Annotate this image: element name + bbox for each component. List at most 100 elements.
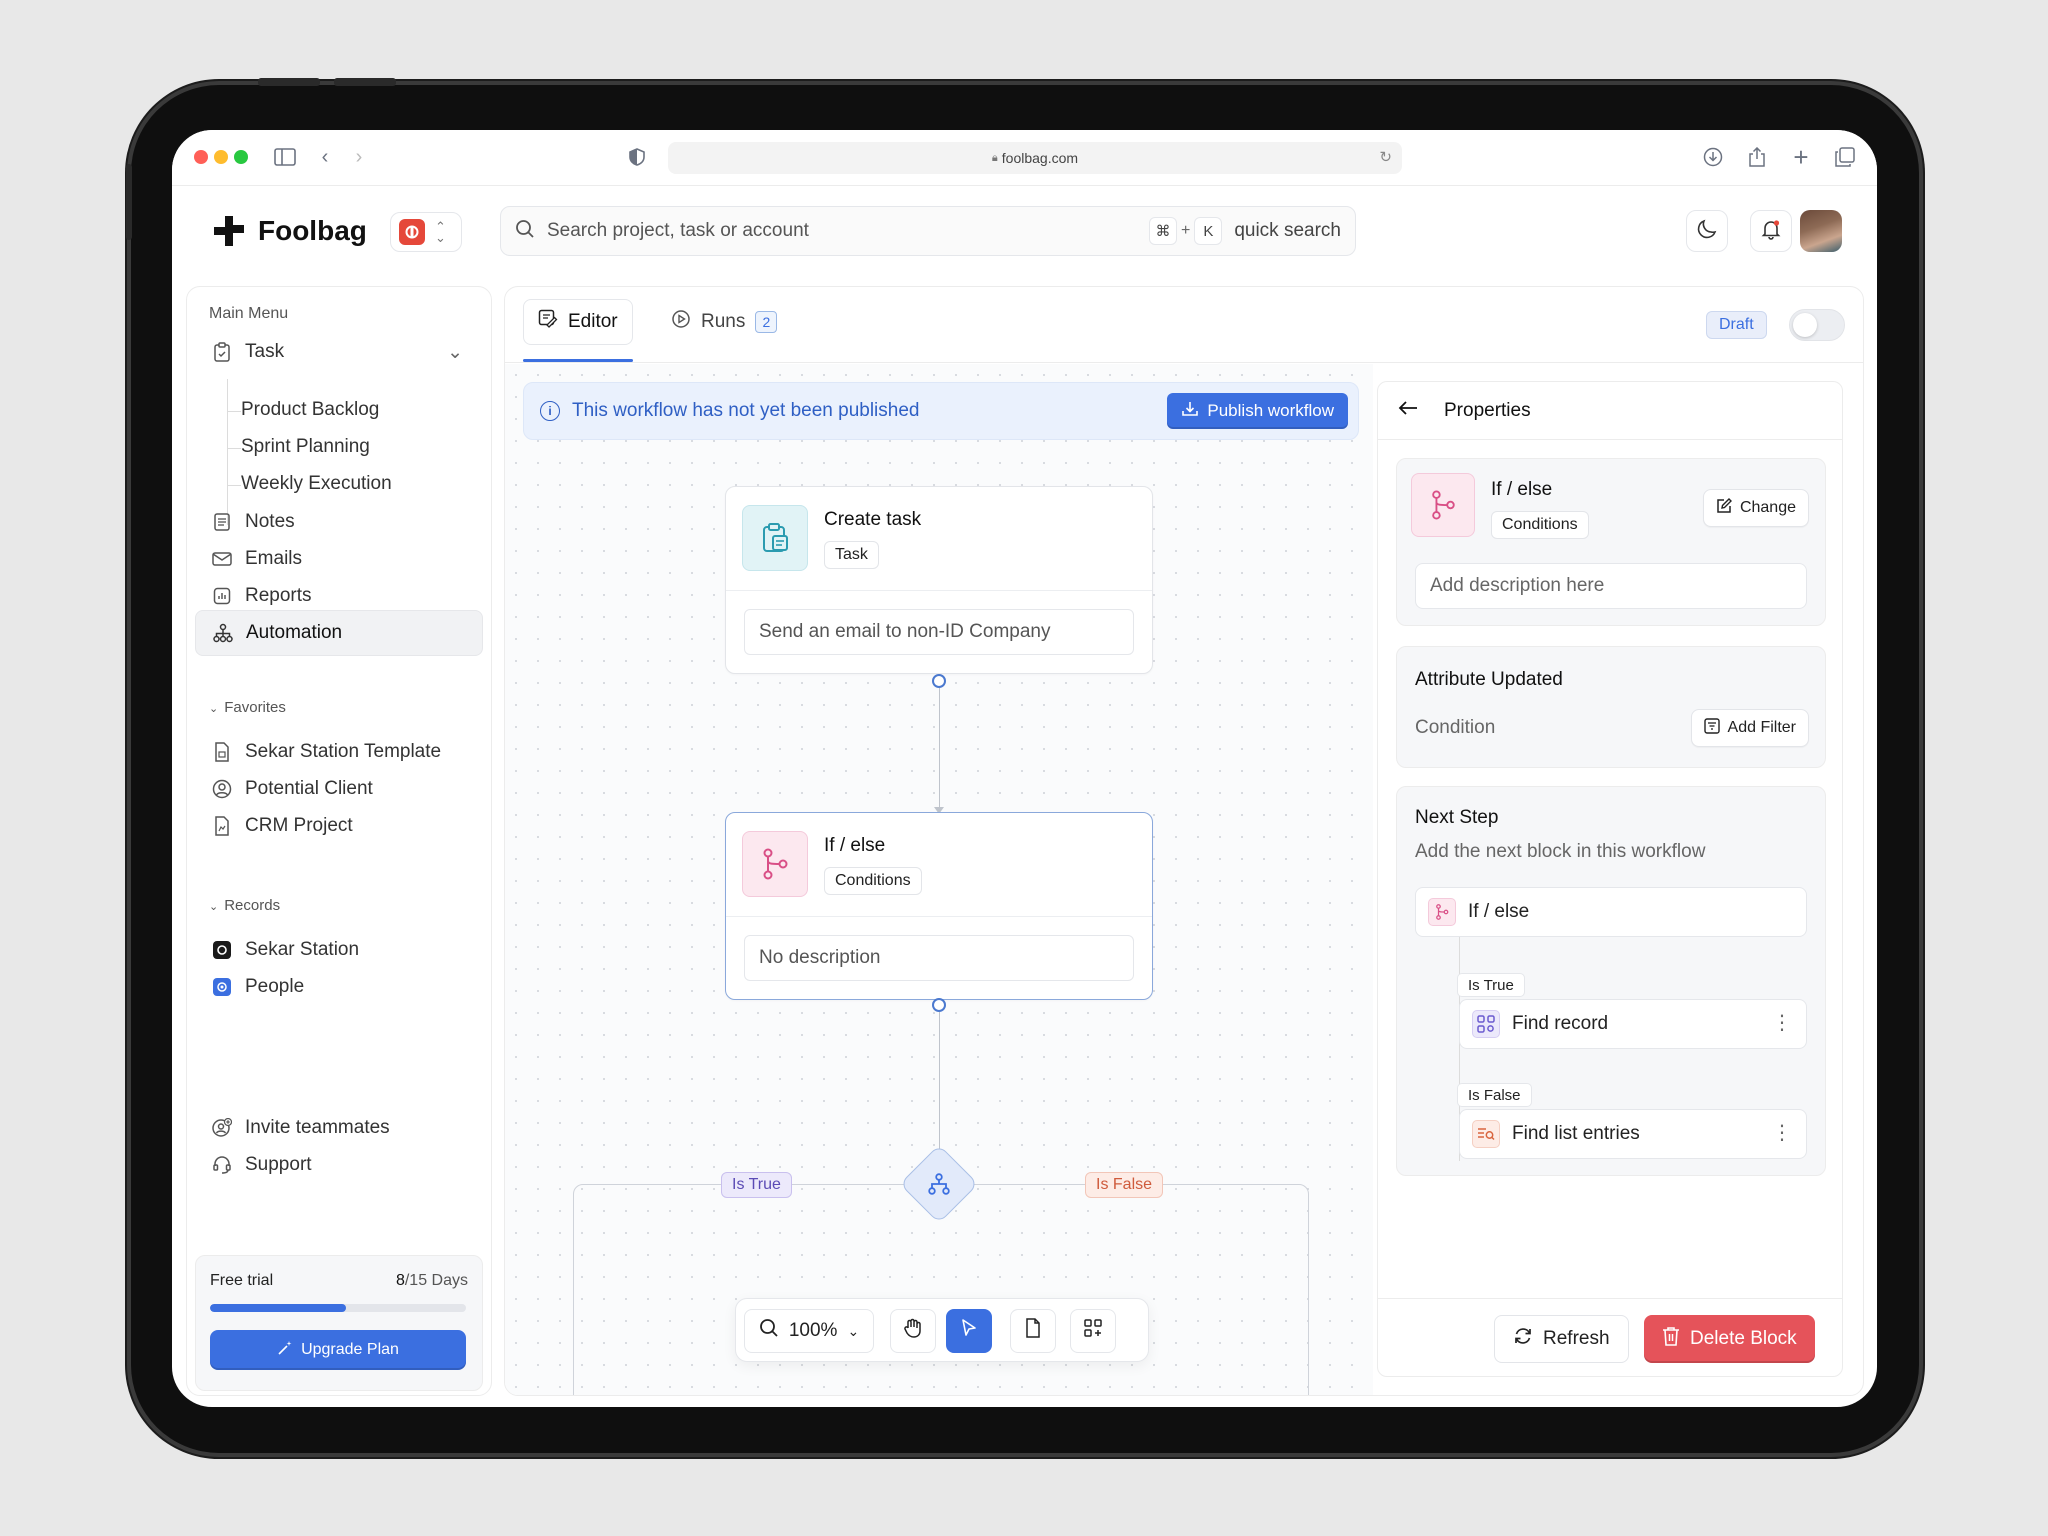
- false-block-find-list-entries[interactable]: Find list entries ⋮: [1459, 1109, 1807, 1159]
- node-if-else[interactable]: If / else Conditions No description: [725, 812, 1153, 1000]
- active-tab-indicator: [523, 359, 633, 362]
- editor-icon: [538, 309, 558, 335]
- branch-icon: [1411, 473, 1475, 537]
- next-block-if-else[interactable]: If / else: [1415, 887, 1807, 937]
- select-tool-button[interactable]: [946, 1309, 992, 1353]
- magic-wand-icon: [277, 1340, 293, 1361]
- tab-editor[interactable]: Editor: [523, 299, 633, 345]
- more-options-icon[interactable]: ⋮: [1772, 1010, 1792, 1035]
- add-filter-label: Add Filter: [1727, 719, 1796, 736]
- maximize-window-dot[interactable]: [234, 150, 248, 164]
- document-icon: [211, 741, 233, 763]
- publish-toggle[interactable]: [1789, 309, 1845, 341]
- sidebar-item-sprint-planning[interactable]: Sprint Planning: [241, 436, 370, 458]
- publish-workflow-button[interactable]: Publish workflow: [1167, 393, 1348, 429]
- trial-days-used: 8: [395, 1272, 405, 1289]
- records-section[interactable]: ⌄ Records: [209, 897, 280, 914]
- sidebar-item-crm-project[interactable]: CRM Project: [195, 803, 483, 849]
- node-header: Create task Task: [726, 487, 1152, 591]
- sidebar-item-task[interactable]: Task ⌄: [195, 329, 483, 375]
- favorites-section[interactable]: ⌄ Favorites: [209, 699, 286, 716]
- sidebar-toggle-icon[interactable]: [272, 144, 298, 170]
- upgrade-plan-button[interactable]: Upgrade Plan: [210, 1330, 466, 1370]
- banner-text: This workflow has not yet been published: [572, 400, 920, 421]
- main-menu-label: Main Menu: [209, 305, 289, 322]
- apps-button[interactable]: [1070, 1309, 1116, 1353]
- block-title: If / else: [1491, 479, 1553, 500]
- description-input[interactable]: Add description here: [1415, 563, 1807, 609]
- sidebar-item-label: Sekar Station Template: [245, 741, 442, 762]
- node-header: If / else Conditions: [726, 813, 1152, 917]
- sidebar-item-product-backlog[interactable]: Product Backlog: [241, 399, 379, 421]
- true-block-find-record[interactable]: Find record ⋮: [1459, 999, 1807, 1049]
- tab-runs[interactable]: Runs 2: [657, 299, 791, 345]
- device-button: [334, 78, 396, 86]
- sidebar-item-label: Sekar Station: [245, 939, 360, 960]
- workflow-canvas[interactable]: i This workflow has not yet been publish…: [505, 364, 1373, 1395]
- more-options-icon[interactable]: ⋮: [1772, 1120, 1792, 1145]
- node-description[interactable]: Send an email to non-ID Company: [744, 609, 1134, 655]
- minimize-window-dot[interactable]: [214, 150, 228, 164]
- back-icon[interactable]: ‹: [312, 144, 338, 170]
- search-bar[interactable]: Search project, task or account ⌘ + K qu…: [500, 206, 1356, 256]
- device-button: [126, 164, 132, 240]
- add-filter-button[interactable]: Add Filter: [1690, 709, 1809, 747]
- forward-icon[interactable]: ›: [346, 144, 372, 170]
- tabs-overview-icon[interactable]: [1832, 144, 1858, 170]
- close-window-dot[interactable]: [194, 150, 208, 164]
- delete-block-button[interactable]: Delete Block: [1644, 1315, 1815, 1363]
- shortcut-k-key: K: [1194, 217, 1223, 245]
- zoom-level: 100%: [788, 1320, 838, 1341]
- file-icon: [211, 815, 233, 837]
- notifications-button[interactable]: [1750, 210, 1792, 252]
- automation-icon: [212, 622, 234, 644]
- clipboard-icon: [211, 341, 233, 363]
- pan-tool-button[interactable]: [890, 1309, 936, 1353]
- cursor-icon: [960, 1318, 978, 1344]
- attribute-title: Attribute Updated: [1415, 669, 1563, 690]
- branch-true-label: Is True: [721, 1172, 792, 1198]
- back-arrow-icon[interactable]: [1398, 400, 1418, 422]
- sidebar-item-label: Automation: [246, 622, 343, 643]
- properties-header: Properties: [1378, 382, 1842, 440]
- hand-icon: [903, 1317, 923, 1345]
- node-type-tag: Task: [824, 541, 879, 569]
- change-block-button[interactable]: Change: [1702, 489, 1809, 527]
- workspace-switcher[interactable]: ⌃ ⌄: [390, 212, 462, 252]
- dark-mode-button[interactable]: [1686, 210, 1728, 252]
- output-port[interactable]: [932, 674, 946, 688]
- note-tool-button[interactable]: [1010, 1309, 1056, 1353]
- reload-icon[interactable]: ↻: [1379, 148, 1392, 166]
- url-text: foolbag.com: [1001, 150, 1079, 166]
- node-title: Create task: [824, 509, 922, 530]
- shortcut-cmd-key: ⌘: [1148, 217, 1177, 245]
- tree-tick: [227, 485, 241, 486]
- attribute-card: Attribute Updated Condition Add Filter: [1396, 646, 1826, 768]
- sidebar-item-weekly-execution[interactable]: Weekly Execution: [241, 473, 392, 495]
- trash-icon: [1662, 1326, 1680, 1352]
- people-icon: [211, 976, 233, 998]
- logo[interactable]: Foolbag: [212, 214, 367, 248]
- node-create-task[interactable]: Create task Task Send an email to non-ID…: [725, 486, 1153, 674]
- screen: ‹ › 🔒︎ foolbag.com ↻ + Foolbag ⌃ ⌄ Searc…: [172, 130, 1877, 1407]
- editor-tabs: Editor Runs 2 Draft: [505, 287, 1863, 363]
- download-icon[interactable]: [1700, 144, 1726, 170]
- sidebar-item-label: Potential Client: [245, 778, 373, 799]
- node-description[interactable]: No description: [744, 935, 1134, 981]
- refresh-button[interactable]: Refresh: [1494, 1315, 1629, 1363]
- sidebar-item-automation[interactable]: Automation: [195, 610, 483, 656]
- chevron-down-icon[interactable]: ⌄: [447, 341, 463, 364]
- sidebar-item-people[interactable]: People: [195, 964, 483, 1010]
- new-tab-icon[interactable]: +: [1788, 142, 1814, 172]
- url-bar[interactable]: 🔒︎ foolbag.com ↻: [668, 142, 1402, 174]
- zoom-select[interactable]: 100% ⌄: [744, 1309, 874, 1353]
- connector-line: [939, 1012, 940, 1152]
- sidebar-item-label: Emails: [245, 548, 303, 569]
- user-avatar[interactable]: [1800, 210, 1842, 252]
- branch-false-label: Is False: [1085, 1172, 1164, 1198]
- search-input[interactable]: Search project, task or account: [547, 220, 1149, 242]
- sidebar-item-support[interactable]: Support: [195, 1142, 483, 1188]
- share-icon[interactable]: [1744, 144, 1770, 170]
- output-port[interactable]: [932, 998, 946, 1012]
- trial-label: Free trial: [210, 1272, 274, 1289]
